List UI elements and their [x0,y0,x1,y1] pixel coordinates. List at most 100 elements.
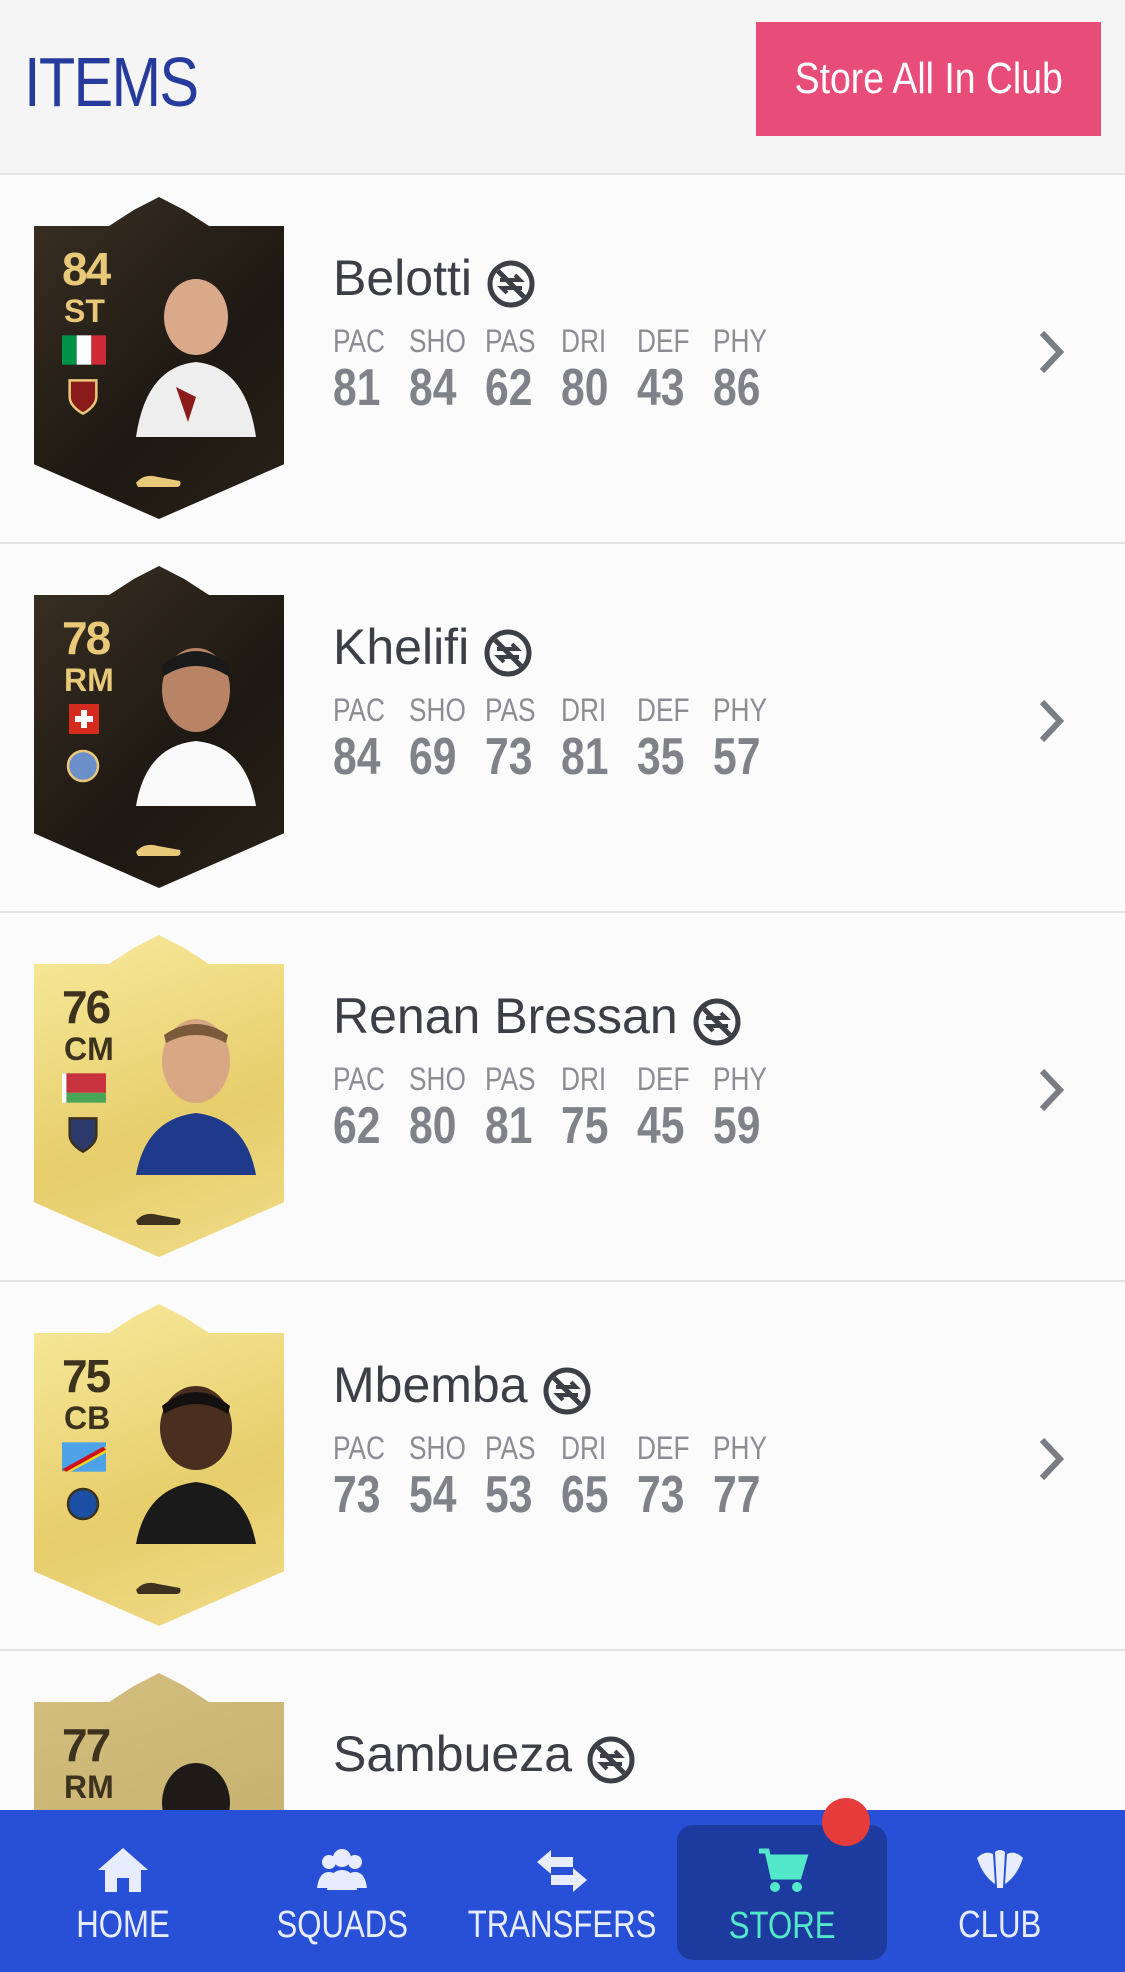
stat-label: PHY [713,1430,767,1466]
player-name-text: Renan Bressan [333,988,678,1044]
page-title: ITEMS [24,43,199,121]
list-item[interactable]: 84 ST Belotti PAC 81 SHO 84 PAS 62 DRI 80 DE… [0,175,1125,544]
list-item[interactable]: 78 RM Khelifi PAC 84 SHO 69 PAS 73 DRI 81 DE… [0,544,1125,913]
stat-label: PAS [485,1061,536,1097]
player-photo [136,1386,256,1544]
flag-switzerland-icon [69,704,99,734]
stat-label: DEF [637,692,690,728]
club-badge-icon [66,749,100,783]
list-item[interactable]: 76 CM Renan Bressan PAC 62 SHO 80 PAS 81 DR… [0,913,1125,1282]
stat-label: PAC [333,1430,386,1466]
list-item[interactable]: 77 RM Sambueza [0,1651,1125,1810]
chevron-right-icon[interactable] [1036,696,1066,746]
header: ITEMS Store All In Club [0,0,1125,175]
stat-value: 73 [485,728,533,786]
stat-label: DRI [561,323,607,359]
nav-label: CLUB [958,1904,1042,1946]
stat-dri: DRI 75 [561,1061,637,1156]
player-name: Renan Bressan [333,985,742,1047]
card-rating: 78 [62,612,111,664]
nav-label: HOME [76,1904,170,1946]
stat-label: PAS [485,323,536,359]
stat-label: DRI [561,1061,607,1097]
stat-pas: PAS 62 [485,323,561,418]
nav-transfers[interactable]: TRANSFERS [452,1810,672,1972]
player-name-text: Khelifi [333,619,470,675]
stats: PAC 81 SHO 84 PAS 62 DRI 80 DEF 43 PHY 86 [333,323,789,418]
player-name: Belotti [333,247,536,309]
stat-value: 62 [333,1097,381,1155]
stat-def: DEF 35 [637,692,713,787]
stat-def: DEF 43 [637,323,713,418]
untradeable-icon [487,260,535,308]
chevron-right-icon[interactable] [1036,1065,1066,1115]
stat-value: 77 [713,1466,761,1524]
stat-sho: SHO 84 [409,323,485,418]
stat-label: SHO [409,323,466,359]
club-badge-icon [66,1487,100,1521]
items-list: 84 ST Belotti PAC 81 SHO 84 PAS 62 DRI 80 DE… [0,175,1125,1810]
stat-label: PHY [713,323,767,359]
card-position: RM [64,662,114,698]
club-badge-icon [68,379,98,416]
nav-label: TRANSFERS [467,1904,657,1946]
stat-dri: DRI 81 [561,692,637,787]
nav-club[interactable]: CLUB [890,1810,1110,1972]
chevron-right-icon[interactable] [1036,1434,1066,1484]
stat-label: DEF [637,1061,690,1097]
flag-italy-icon [62,335,106,365]
stat-dri: DRI 65 [561,1430,637,1525]
card-position: CB [64,1400,111,1436]
stat-pac: PAC 73 [333,1430,409,1525]
stat-sho: SHO 54 [409,1430,485,1525]
player-name-text: Sambueza [333,1726,573,1782]
stat-value: 43 [637,359,685,417]
card-position: RM [64,1769,114,1805]
stat-phy: PHY 59 [713,1061,789,1156]
list-item[interactable]: 75 CB Mbemba PAC 73 SHO 54 PAS 53 DRI 65 DEF… [0,1282,1125,1651]
stat-value: 69 [409,728,457,786]
stat-value: 73 [637,1466,685,1524]
player-card: 84 ST [34,197,284,519]
stat-label: SHO [409,692,466,728]
stat-label: PHY [713,692,767,728]
stat-sho: SHO 80 [409,1061,485,1156]
stat-phy: PHY 86 [713,323,789,418]
player-name: Mbemba [333,1354,592,1416]
stat-value: 35 [637,728,685,786]
player-card: 76 CM [34,935,284,1257]
club-icon [977,1850,1023,1888]
player-name: Sambueza [333,1723,636,1785]
stat-label: PAC [333,692,386,728]
stat-phy: PHY 77 [713,1430,789,1525]
club-badge-icon [68,1117,98,1154]
untradeable-icon [543,1367,591,1415]
stat-value: 73 [333,1466,381,1524]
chevron-right-icon[interactable] [1036,327,1066,377]
stat-pas: PAS 73 [485,692,561,787]
nav-squads[interactable]: SQUADS [232,1810,452,1972]
player-photo [136,1019,256,1175]
stat-label: PAS [485,692,536,728]
stat-def: DEF 45 [637,1061,713,1156]
home-icon [98,1848,148,1892]
stat-value: 86 [713,359,761,417]
stat-value: 80 [561,359,609,417]
stat-sho: SHO 69 [409,692,485,787]
stat-value: 80 [409,1097,457,1155]
untradeable-icon [587,1736,635,1784]
stat-label: DEF [637,323,690,359]
stat-label: PAC [333,1061,386,1097]
stat-value: 75 [561,1097,609,1155]
stat-value: 59 [713,1097,761,1155]
card-position: CM [64,1031,114,1067]
stat-pas: PAS 81 [485,1061,561,1156]
store-all-in-club-button[interactable]: Store All In Club [756,22,1101,136]
nav-store[interactable]: STORE [677,1825,887,1960]
nav-home[interactable]: HOME [13,1810,233,1972]
stat-value: 81 [333,359,381,417]
stat-value: 84 [333,728,381,786]
boot-icon [136,475,181,487]
card-rating: 77 [62,1719,111,1771]
stat-value: 54 [409,1466,457,1524]
